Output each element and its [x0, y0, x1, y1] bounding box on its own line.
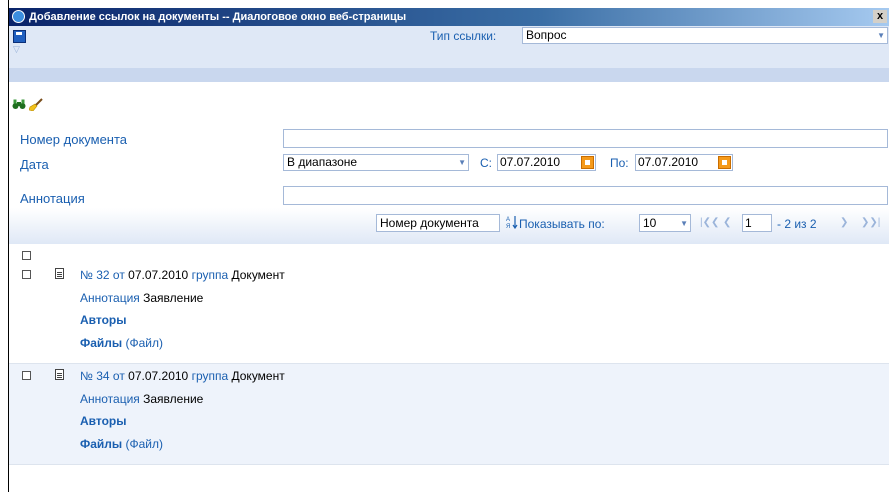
calendar-icon[interactable] [718, 156, 731, 169]
search-toolbar [9, 82, 889, 124]
date-to-value: 07.07.2010 [638, 155, 699, 169]
annotation-input[interactable] [283, 186, 888, 205]
date-mode-select[interactable]: В диапазоне ▼ [283, 154, 469, 171]
ie-icon [12, 10, 25, 23]
item-annotation: Аннотация Заявление [80, 291, 203, 305]
svg-text:A: A [506, 217, 510, 223]
chevron-down-icon: ▼ [458, 158, 466, 167]
item-number-link[interactable]: № 34 [80, 369, 110, 383]
separator-bar [9, 68, 889, 82]
item-files: Файлы (Файл) [80, 336, 163, 350]
link-type-label: Тип ссылки: [430, 29, 497, 43]
item-group-word: группа [191, 369, 229, 383]
date-to-label: По: [610, 156, 629, 170]
link-type-select[interactable]: Вопрос ▼ [522, 27, 888, 44]
list-item: № 32 от 07.07.2010 группа Документ Аннот… [9, 263, 889, 364]
item-number-link[interactable]: № 32 [80, 268, 110, 282]
collapse-arrow-icon[interactable]: ▽ [13, 44, 20, 55]
item-header: № 34 от 07.07.2010 группа Документ [80, 369, 285, 383]
item-group-word: группа [191, 268, 229, 282]
page-number-input[interactable]: 1 [742, 214, 772, 232]
date-label: Дата [20, 157, 49, 172]
page-number-value: 1 [745, 216, 752, 230]
item-annotation: Аннотация Заявление [80, 392, 203, 406]
page-total: - 2 из 2 [777, 217, 817, 231]
next-page-icon[interactable]: ❯ [840, 217, 848, 228]
document-icon [55, 268, 64, 279]
title-bar: Добавление ссылок на документы -- Диалог… [9, 8, 889, 26]
clear-broom-icon[interactable] [28, 98, 43, 114]
item-files-link[interactable]: Файлы [80, 437, 122, 451]
last-page-icon[interactable]: ❯❯| [861, 217, 880, 228]
date-from-label: С: [480, 156, 492, 170]
filter-form: Номер документа Дата В диапазоне ▼ С: 07… [9, 124, 889, 208]
item-group: Документ [231, 369, 285, 383]
item-files: Файлы (Файл) [80, 437, 163, 451]
prev-page-icon[interactable]: ❮ [723, 217, 731, 228]
date-from-value: 07.07.2010 [500, 155, 561, 169]
link-type-value: Вопрос [526, 28, 567, 42]
item-files-link[interactable]: Файлы [80, 336, 122, 350]
item-date: 07.07.2010 [128, 369, 189, 383]
window-title: Добавление ссылок на документы -- Диалог… [29, 11, 407, 23]
binoculars-icon[interactable] [12, 99, 26, 113]
item-authors-link[interactable]: Авторы [80, 414, 127, 428]
item-header: № 32 от 07.07.2010 группа Документ [80, 268, 285, 282]
dialog-window: Добавление ссылок на документы -- Диалог… [8, 0, 889, 492]
document-icon [55, 369, 64, 380]
calendar-icon[interactable] [581, 156, 594, 169]
item-file-link[interactable]: (Файл) [126, 336, 164, 350]
svg-text:Я: Я [506, 224, 510, 229]
first-page-icon[interactable]: |❮❮ [700, 217, 719, 228]
sort-field-value: Номер документа [380, 216, 479, 230]
item-authors-link[interactable]: Авторы [80, 313, 127, 327]
chevron-down-icon: ▼ [680, 219, 688, 228]
item-from-word: от [112, 369, 125, 383]
item-annotation-value: Заявление [143, 291, 204, 305]
annotation-label: Аннотация [20, 191, 85, 206]
pager-bar: Номер документа AЯ Показывать по: 10 ▼ |… [9, 208, 889, 244]
item-file-link[interactable]: (Файл) [126, 437, 164, 451]
select-all-checkbox[interactable] [22, 251, 31, 260]
item-annotation-label: Аннотация [80, 392, 140, 406]
save-icon[interactable] [13, 30, 26, 43]
sort-field-select[interactable]: Номер документа [376, 214, 500, 232]
date-from-input[interactable]: 07.07.2010 [497, 154, 596, 171]
item-checkbox[interactable] [22, 371, 31, 380]
item-checkbox[interactable] [22, 270, 31, 279]
date-to-input[interactable]: 07.07.2010 [635, 154, 733, 171]
document-list: № 32 от 07.07.2010 группа Документ Аннот… [9, 244, 889, 492]
page-size-value: 10 [643, 216, 657, 230]
date-mode-value: В диапазоне [287, 155, 358, 169]
item-group: Документ [231, 268, 285, 282]
doc-number-label: Номер документа [20, 132, 128, 147]
item-from-word: от [112, 268, 125, 282]
link-type-row: Тип ссылки: Вопрос ▼ ▽ [9, 26, 889, 68]
list-item: № 34 от 07.07.2010 группа Документ Аннот… [9, 364, 889, 465]
doc-number-input[interactable] [283, 129, 888, 148]
close-button[interactable]: x [873, 10, 887, 23]
item-date: 07.07.2010 [128, 268, 189, 282]
chevron-down-icon: ▼ [877, 31, 885, 40]
select-all-row [9, 244, 889, 262]
sort-az-icon[interactable]: AЯ [506, 215, 518, 232]
item-annotation-label: Аннотация [80, 291, 140, 305]
page-size-label: Показывать по: [519, 217, 605, 231]
item-annotation-value: Заявление [143, 392, 204, 406]
page-size-select[interactable]: 10 ▼ [639, 214, 691, 232]
